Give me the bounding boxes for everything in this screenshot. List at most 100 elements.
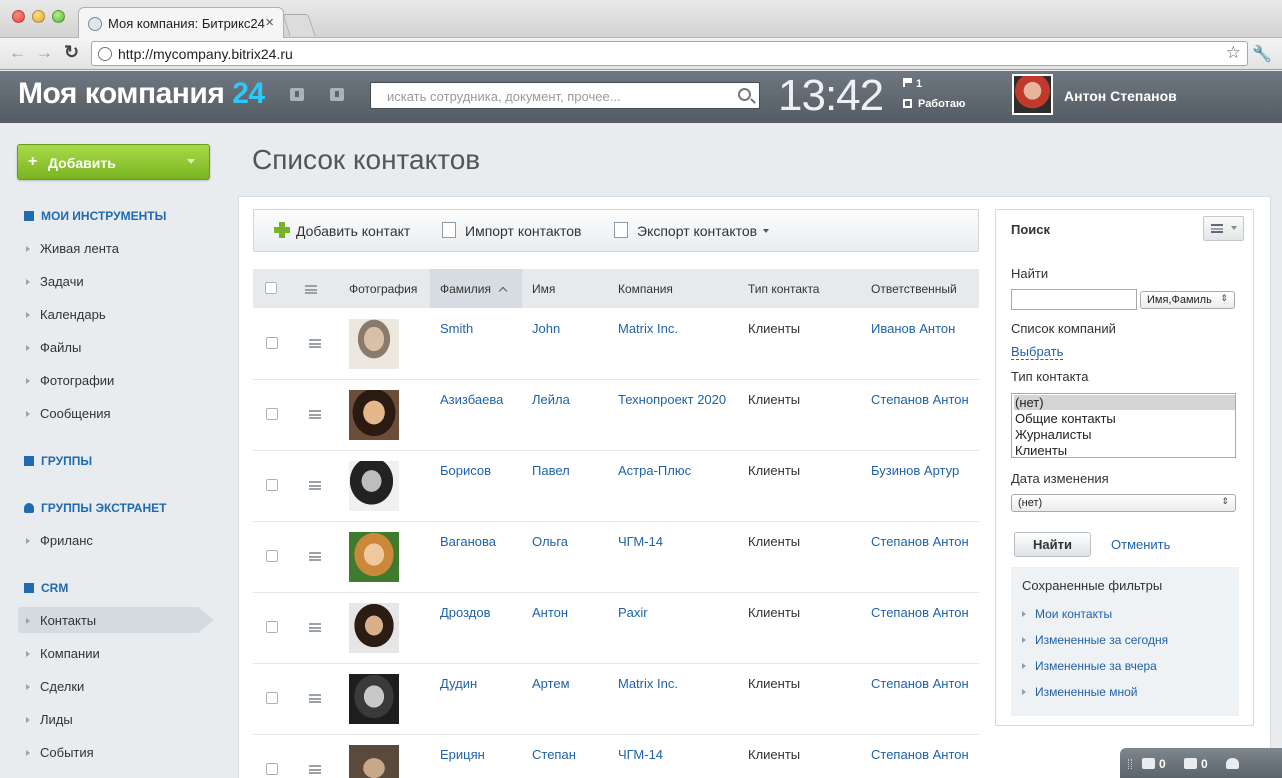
add-button[interactable]: + Добавить [17, 144, 210, 180]
column-header-company[interactable]: Компания [618, 282, 673, 296]
sidebar-item-messages[interactable]: Сообщения [26, 406, 111, 421]
company-logo[interactable]: Моя компания 24 [18, 77, 265, 111]
sidebar-item-contacts[interactable]: Контакты [26, 613, 96, 628]
contact-first-name[interactable]: Антон [532, 605, 568, 620]
contact-company[interactable]: Paxir [618, 605, 648, 620]
choose-company-link[interactable]: Выбрать [1011, 344, 1064, 360]
maximize-window-button[interactable] [52, 10, 65, 23]
contact-company[interactable]: Matrix Inc. [618, 321, 678, 336]
contact-last-name[interactable]: Дроздов [440, 605, 491, 620]
list-option[interactable]: (нет) [1014, 395, 1235, 410]
contact-last-name[interactable]: Ерицян [440, 747, 485, 762]
contact-responsible[interactable]: Степанов Антон [871, 676, 969, 691]
contact-photo[interactable] [349, 390, 399, 440]
sidebar-item-events[interactable]: События [26, 745, 94, 760]
contact-responsible[interactable]: Иванов Антон [871, 321, 955, 336]
column-settings-icon[interactable] [305, 285, 317, 294]
contact-first-name[interactable]: Артем [532, 676, 570, 691]
contact-first-name[interactable]: Степан [532, 747, 576, 762]
date-select[interactable]: (нет) ⇕ [1011, 494, 1236, 512]
contact-last-name[interactable]: Smith [440, 321, 473, 336]
row-menu-icon[interactable] [309, 552, 321, 561]
contact-responsible[interactable]: Степанов Антон [871, 534, 969, 549]
row-menu-icon[interactable] [309, 339, 321, 348]
row-menu-icon[interactable] [309, 765, 321, 774]
clock[interactable]: 13:42 [778, 71, 884, 121]
column-header-type[interactable]: Тип контакта [748, 282, 819, 296]
contact-company[interactable]: ЧГМ-14 [618, 747, 663, 762]
row-checkbox[interactable] [266, 692, 278, 704]
list-option[interactable]: Клиенты [1014, 443, 1235, 458]
contact-last-name[interactable]: Ваганова [440, 534, 496, 549]
contact-first-name[interactable]: Лейла [532, 392, 570, 407]
sidebar-item-leads[interactable]: Лиды [26, 712, 73, 727]
browser-tab[interactable]: Моя компания: Битрикс24 × [78, 7, 284, 38]
sidebar-item-tasks[interactable]: Задачи [26, 274, 84, 289]
contact-responsible[interactable]: Степанов Антон [871, 605, 969, 620]
sidebar-item-companies[interactable]: Компании [26, 646, 100, 661]
wrench-icon[interactable]: 🔧 [1252, 44, 1272, 64]
column-header-first-name[interactable]: Имя [532, 282, 555, 296]
tasks-flag[interactable]: 1 [903, 78, 922, 90]
contact-company[interactable]: Астра-Плюс [618, 463, 691, 478]
back-arrow-icon[interactable]: ← [9, 43, 26, 63]
sidebar-item-calendar[interactable]: Календарь [26, 307, 106, 322]
notifications-counter[interactable]: 0 [1184, 757, 1208, 771]
contact-photo[interactable] [349, 745, 399, 778]
url-text[interactable]: http://mycompany.bitrix24.ru [118, 46, 293, 62]
forward-arrow-icon[interactable]: → [36, 43, 53, 63]
saved-filter-item[interactable]: Мои контакты [1022, 607, 1112, 621]
contact-company[interactable]: Технопроект 2020 [618, 392, 726, 407]
row-menu-icon[interactable] [309, 481, 321, 490]
sidebar-section-tools[interactable]: МОИ ИНСТРУМЕНТЫ [24, 209, 166, 223]
row-menu-icon[interactable] [309, 410, 321, 419]
saved-filter-item[interactable]: Измененные за вчера [1022, 659, 1157, 673]
messages-counter[interactable]: 0 [1142, 757, 1166, 771]
row-checkbox[interactable] [266, 550, 278, 562]
drag-handle-icon[interactable] [1128, 759, 1132, 769]
sidebar-section-groups[interactable]: ГРУППЫ [24, 454, 92, 468]
column-header-responsible[interactable]: Ответственный [871, 282, 957, 296]
cancel-link[interactable]: Отменить [1111, 537, 1170, 552]
list-option[interactable]: Журналисты [1014, 427, 1235, 442]
user-name[interactable]: Антон Степанов [1064, 88, 1177, 104]
sidebar-item-files[interactable]: Файлы [26, 340, 81, 355]
row-checkbox[interactable] [266, 621, 278, 633]
close-window-button[interactable] [12, 10, 25, 23]
sidebar-section-extranet[interactable]: ГРУППЫ ЭКСТРАНЕТ [24, 501, 166, 515]
minimize-window-button[interactable] [32, 10, 45, 23]
sidebar-section-crm[interactable]: CRM [24, 581, 68, 595]
filter-menu-button[interactable] [1203, 216, 1244, 241]
contact-type-listbox[interactable]: (нет) Общие контакты Журналисты Клиенты [1011, 393, 1236, 458]
contact-first-name[interactable]: Ольга [532, 534, 568, 549]
search-icon[interactable] [738, 88, 751, 101]
list-option[interactable]: Общие контакты [1014, 411, 1235, 426]
work-status[interactable]: Работаю [903, 98, 965, 110]
row-menu-icon[interactable] [309, 694, 321, 703]
row-checkbox[interactable] [266, 408, 278, 420]
export-contacts-button[interactable]: Экспорт контактов [637, 223, 770, 239]
contact-photo[interactable] [349, 532, 399, 582]
avatar[interactable] [1012, 74, 1053, 115]
contact-photo[interactable] [349, 461, 399, 511]
row-menu-icon[interactable] [309, 623, 321, 632]
bookmark-star-icon[interactable]: ☆ [1226, 43, 1241, 63]
new-tab-button[interactable] [282, 14, 316, 36]
find-input[interactable] [1011, 289, 1137, 310]
address-bar[interactable]: http://mycompany.bitrix24.ru ☆ [91, 41, 1248, 66]
column-header-last-name[interactable]: Фамилия [440, 282, 508, 296]
row-checkbox[interactable] [266, 763, 278, 775]
find-button[interactable]: Найти [1014, 532, 1091, 557]
chat-icon[interactable] [290, 88, 304, 101]
contact-photo[interactable] [349, 319, 399, 369]
contact-responsible[interactable]: Бузинов Артур [871, 463, 959, 478]
row-checkbox[interactable] [266, 479, 278, 491]
sidebar-item-deals[interactable]: Сделки [26, 679, 84, 694]
contact-first-name[interactable]: John [532, 321, 560, 336]
saved-filter-item[interactable]: Измененные мной [1022, 685, 1138, 699]
row-checkbox[interactable] [266, 337, 278, 349]
contact-responsible[interactable]: Степанов Антон [871, 392, 969, 407]
contact-last-name[interactable]: Борисов [440, 463, 491, 478]
contact-photo[interactable] [349, 603, 399, 653]
sidebar-item-feed[interactable]: Живая лента [26, 241, 119, 256]
